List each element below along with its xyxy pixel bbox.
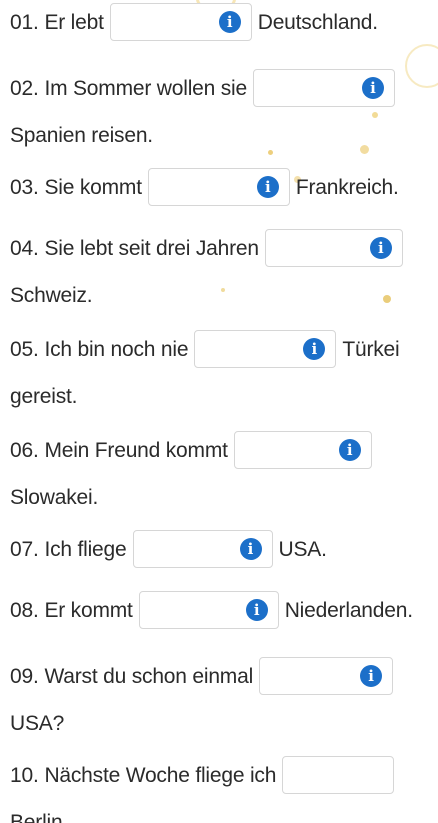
info-circle-icon[interactable]: i — [256, 176, 279, 198]
answer-input[interactable]: i — [132, 530, 273, 568]
exercise-text-after: Deutschland. — [257, 10, 378, 34]
exercise-text-after: Spanien reisen. — [10, 123, 153, 147]
exercise-text-after-continued: gereist. — [10, 384, 78, 408]
exercise-number: 03. — [10, 175, 39, 199]
info-circle-icon[interactable]: i — [303, 338, 326, 360]
exercise-06: 06. Mein Freund kommt i Slowakei. — [10, 430, 432, 510]
exercise-number: 02. — [10, 76, 39, 100]
exercise-04: 04. Sie lebt seit drei Jahren i Schweiz. — [10, 228, 432, 308]
exercise-09: 09. Warst du schon einmal i USA? — [10, 656, 432, 736]
answer-input[interactable]: i — [253, 69, 395, 107]
info-circle-icon[interactable]: i — [338, 439, 361, 461]
exercise-text-after: Berlin. — [10, 810, 69, 823]
exercise-text-before: Mein Freund kommt — [44, 438, 228, 462]
answer-input[interactable]: i — [109, 3, 252, 41]
info-circle-icon[interactable]: i — [362, 77, 384, 99]
exercise-text-before: Er lebt — [44, 10, 104, 34]
exercise-text-before: Warst du schon einmal — [44, 664, 254, 688]
confetti-decoration — [268, 150, 273, 155]
info-circle-icon[interactable]: i — [239, 538, 262, 560]
info-circle-icon[interactable]: i — [360, 665, 383, 687]
answer-input[interactable]: i — [259, 657, 394, 695]
answer-input[interactable] — [282, 756, 395, 794]
exercise-number: 10. — [10, 763, 39, 787]
exercise-text-after: Slowakei. — [10, 485, 99, 509]
exercise-03: 03. Sie kommt i Frankreich. — [10, 167, 432, 207]
exercise-text-after: Niederlanden. — [284, 598, 413, 622]
exercise-text-before: Sie lebt seit drei Jahren — [44, 236, 259, 260]
exercise-text-before: Sie kommt — [44, 175, 142, 199]
exercise-text-after: USA. — [278, 537, 327, 561]
info-circle-icon[interactable]: i — [245, 599, 268, 621]
exercise-text-before: Nächste Woche fliege ich — [44, 763, 277, 787]
exercise-05: 05. Ich bin noch nie i Türkei gereist. — [10, 329, 432, 409]
exercise-text-before: Ich bin noch nie — [44, 337, 189, 361]
exercise-text-after: Schweiz. — [10, 283, 93, 307]
exercise-number: 07. — [10, 537, 39, 561]
exercise-10: 10. Nächste Woche fliege ich Berlin. — [10, 755, 432, 823]
exercise-text-after: Frankreich. — [295, 175, 399, 199]
exercise-number: 01. — [10, 10, 39, 34]
exercise-number: 04. — [10, 236, 39, 260]
exercise-07: 07. Ich fliege i USA. — [10, 529, 432, 569]
answer-input[interactable]: i — [264, 229, 403, 267]
answer-input[interactable]: i — [194, 330, 337, 368]
exercise-text-before: Im Sommer wollen sie — [44, 76, 247, 100]
exercise-number: 05. — [10, 337, 39, 361]
info-circle-icon[interactable]: i — [369, 237, 392, 259]
exercise-number: 08. — [10, 598, 39, 622]
answer-input[interactable]: i — [138, 591, 279, 629]
exercise-08: 08. Er kommt i Niederlanden. — [10, 590, 432, 630]
exercise-text-before: Ich fliege — [44, 537, 127, 561]
info-circle-icon[interactable]: i — [218, 11, 241, 33]
answer-input[interactable]: i — [233, 431, 372, 469]
exercise-text-before: Er kommt — [44, 598, 133, 622]
exercise-02: 02. Im Sommer wollen sie i Spanien reise… — [10, 68, 432, 148]
exercise-number: 06. — [10, 438, 39, 462]
exercise-text-after: Türkei — [342, 337, 400, 361]
exercise-text-after: USA? — [10, 711, 65, 735]
answer-input[interactable]: i — [147, 168, 290, 206]
exercise-number: 09. — [10, 664, 39, 688]
exercise-01: 01. Er lebt i Deutschland. — [10, 2, 432, 42]
